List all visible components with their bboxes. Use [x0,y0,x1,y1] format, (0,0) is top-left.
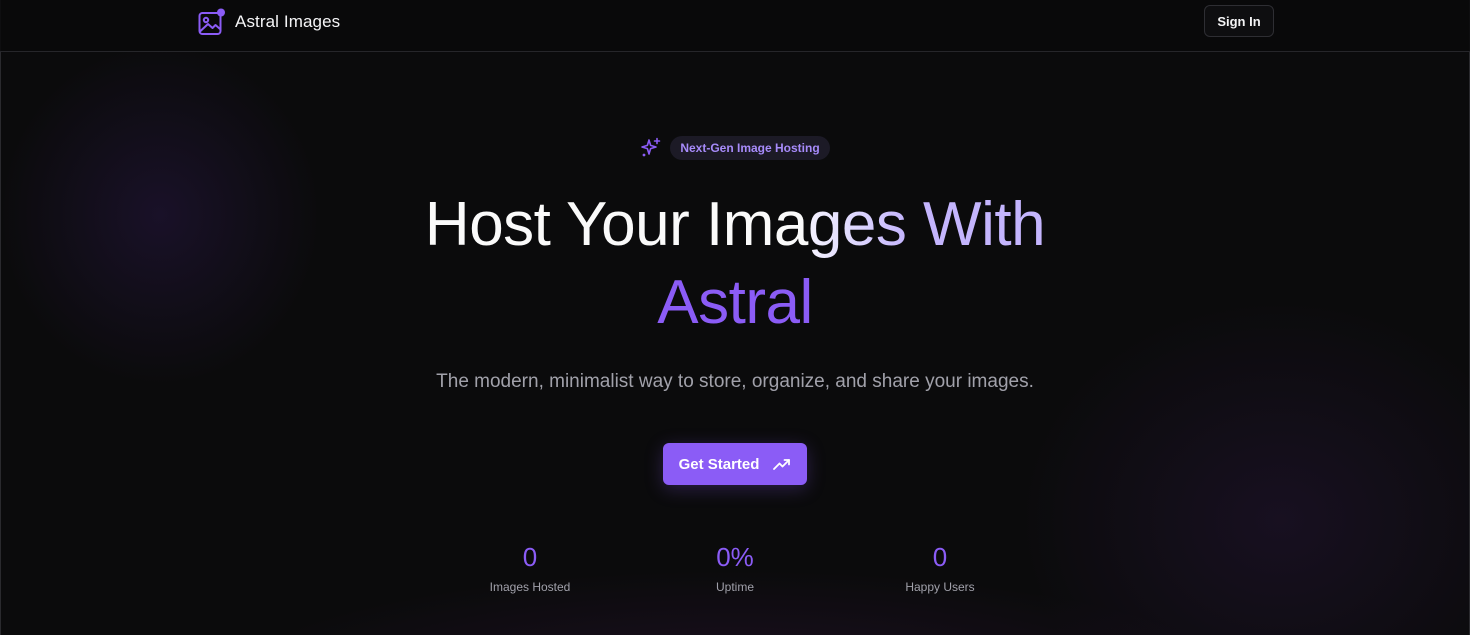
sign-in-button[interactable]: Sign In [1204,5,1274,37]
brand-home-link[interactable]: Astral Images [197,6,340,38]
hero-badge-row: Next-Gen Image Hosting [0,136,1470,160]
get-started-button[interactable]: Get Started [663,443,807,485]
image-icon [197,8,225,36]
hero-title-part3: With [906,190,1046,259]
stat-happy-users: 0 Happy Users [850,540,1030,594]
stat-value: 0% [716,542,754,572]
trending-up-icon [773,457,791,471]
landing-page: Astral Images Sign In Next-Gen Image Hos… [0,0,1470,635]
hero-title-line2: Astral [657,268,813,337]
hero-title: Host Your Images With Astral [0,186,1470,342]
stat-label: Happy Users [905,580,975,594]
stat-value: 0 [522,542,538,572]
hero-badge: Next-Gen Image Hosting [670,136,830,160]
stat-uptime: 0% Uptime [645,540,825,594]
sparkles-icon [640,137,662,159]
top-navbar: Astral Images Sign In [0,0,1470,52]
stat-label: Images Hosted [489,580,571,594]
hero-title-part2: ges [807,190,907,259]
hero-subtitle: The modern, minimalist way to store, org… [436,371,1034,392]
get-started-label: Get Started [678,455,760,473]
stat-images-hosted: 0 Images Hosted [440,540,620,594]
brand-name: Astral Images [235,12,341,31]
stat-value: 0 [932,542,948,572]
stat-label: Uptime [715,580,754,594]
hero-title-part1: Host Your Ima [424,190,808,259]
